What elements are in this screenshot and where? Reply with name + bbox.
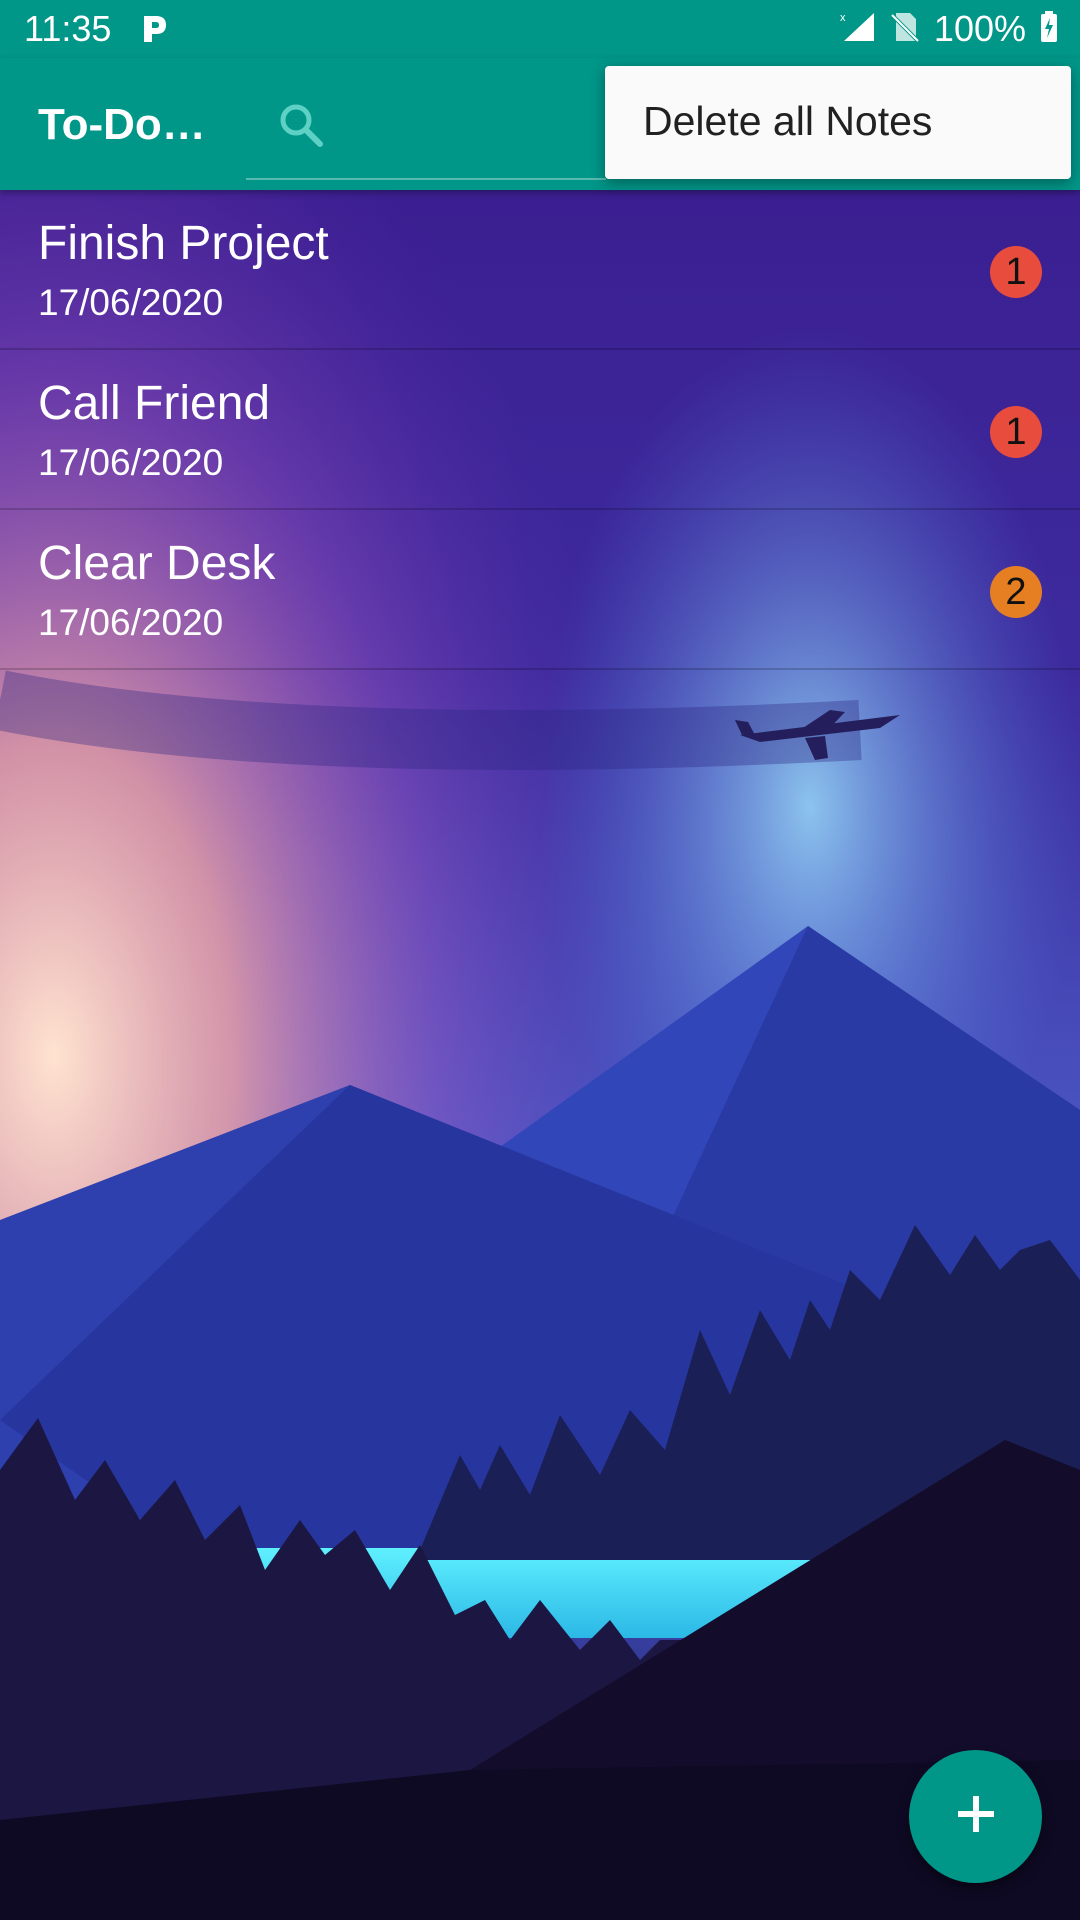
search-field[interactable]: [246, 58, 606, 180]
note-title: Call Friend: [38, 377, 271, 430]
priority-badge: 2: [990, 566, 1042, 618]
note-date: 17/06/2020: [38, 442, 224, 483]
app-title: To-Do…: [38, 100, 206, 149]
menu-item-delete-all-notes[interactable]: Delete all Notes: [643, 98, 932, 145]
status-bar: 11:35 x 100%: [0, 0, 1080, 58]
svg-text:x: x: [840, 12, 846, 24]
note-title: Finish Project: [38, 217, 329, 270]
search-icon[interactable]: [276, 100, 328, 152]
note-date: 17/06/2020: [38, 282, 224, 323]
battery-level: 100%: [933, 8, 1026, 49]
plus-icon: [956, 1794, 996, 1839]
priority-badge: 1: [990, 246, 1042, 298]
note-item[interactable]: Call Friend 17/06/2020 1: [0, 350, 1080, 510]
signal-icon: x: [840, 11, 876, 48]
note-list: Finish Project 17/06/2020 1 Call Friend …: [0, 190, 1080, 670]
status-time: 11:35: [24, 8, 112, 49]
note-item[interactable]: Clear Desk 17/06/2020 2: [0, 510, 1080, 670]
note-date: 17/06/2020: [38, 602, 224, 643]
note-title: Clear Desk: [38, 537, 276, 590]
overflow-menu: Delete all Notes: [605, 66, 1071, 179]
no-sim-icon: [890, 11, 920, 48]
note-item[interactable]: Finish Project 17/06/2020 1: [0, 190, 1080, 350]
add-note-button[interactable]: [909, 1750, 1042, 1883]
status-icons: x 100%: [840, 8, 1058, 50]
battery-charging-icon: [1040, 10, 1058, 48]
priority-badge: 1: [990, 406, 1042, 458]
p-icon: [140, 14, 168, 44]
